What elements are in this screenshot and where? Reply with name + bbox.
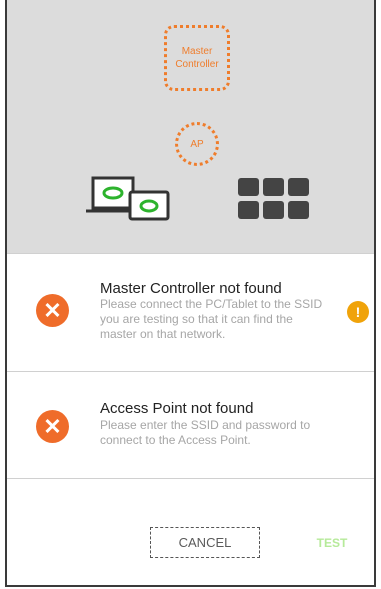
error-title: Access Point not found (100, 400, 254, 417)
error-x-icon: ✕ (36, 294, 69, 327)
cancel-button[interactable]: CANCEL (150, 527, 260, 558)
error-item-master-controller: ✕ Master Controller not found Please con… (7, 253, 374, 371)
device-grid-icon (238, 178, 310, 220)
laptop-tablet-icon (82, 176, 172, 226)
error-description: Please connect the PC/Tablet to the SSID… (100, 297, 323, 341)
dialog: Master Controller AP ✕ Master Controller (5, 0, 376, 587)
error-x-icon: ✕ (36, 410, 69, 443)
error-description: Please enter the SSID and password to co… (100, 418, 311, 447)
test-button[interactable]: TEST (305, 527, 359, 558)
warning-exclamation-icon[interactable]: ! (347, 301, 369, 323)
master-controller-label: Master Controller (175, 46, 219, 70)
access-point-label: AP (190, 138, 204, 150)
access-point-node: AP (175, 122, 219, 166)
error-title: Master Controller not found (100, 280, 282, 297)
master-controller-node: Master Controller (164, 25, 230, 91)
network-diagram: Master Controller AP (7, 0, 374, 253)
error-item-access-point: ✕ Access Point not found Please enter th… (7, 371, 374, 478)
